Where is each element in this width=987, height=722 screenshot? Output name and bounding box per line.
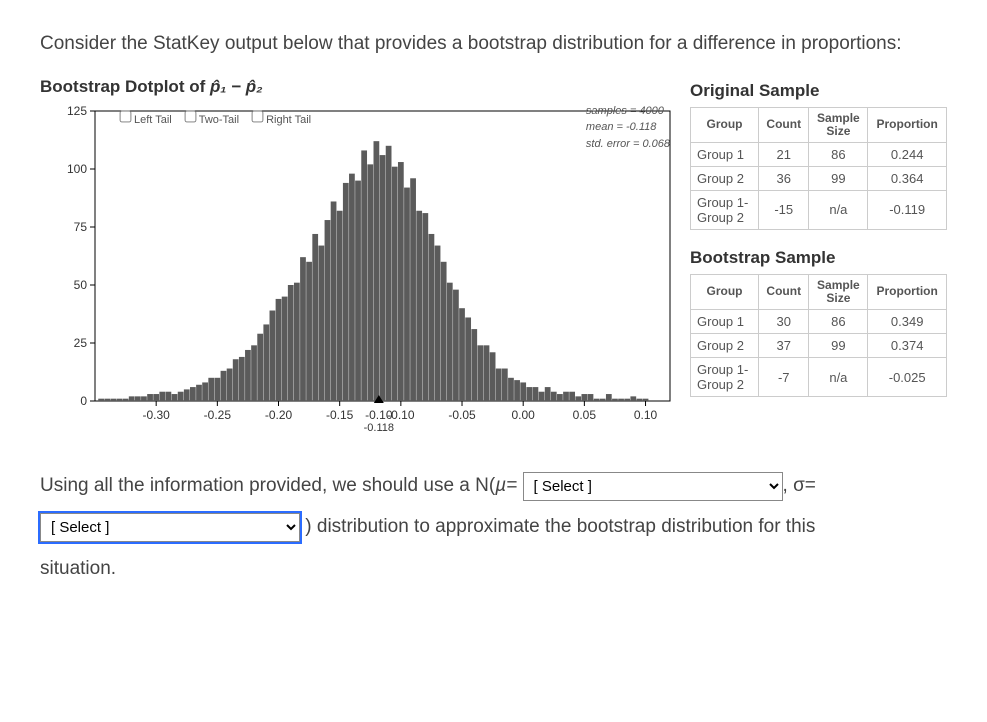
table-row: Group 121860.244 <box>691 142 947 166</box>
table-cell: 86 <box>809 142 868 166</box>
samples-label: samples = <box>586 105 640 117</box>
samples-panel: Original Sample GroupCountSampleSizeProp… <box>690 77 947 398</box>
table-header: Group <box>691 107 759 142</box>
table-row: Group 1-Group 2-7n/a-0.025 <box>691 358 947 397</box>
table-header: Count <box>759 107 809 142</box>
two-tail-toggle[interactable]: Two-Tail <box>180 107 239 126</box>
sigma-select[interactable]: [ Select ] <box>40 513 300 542</box>
table-cell: Group 2 <box>691 334 759 358</box>
bootstrap-dotplot-panel: Bootstrap Dotplot of p̂₁ − p̂₂ Left Tail… <box>40 77 680 441</box>
svg-text:0: 0 <box>80 394 87 408</box>
table-cell: -0.025 <box>868 358 947 397</box>
svg-text:-0.15: -0.15 <box>326 408 354 422</box>
mu-label: µ= <box>495 475 517 496</box>
table-cell: 0.364 <box>868 166 947 190</box>
samples-value: 4000 <box>639 105 663 117</box>
table-cell: 0.349 <box>868 310 947 334</box>
table-cell: Group 1-Group 2 <box>691 358 759 397</box>
chart-title: Bootstrap Dotplot of p̂₁ − p̂₂ <box>40 77 680 97</box>
dotplot-chart: 0255075100125-0.30-0.25-0.20-0.15-0.10-0… <box>40 101 680 441</box>
svg-text:-0.20: -0.20 <box>265 408 293 422</box>
table-cell: Group 1 <box>691 142 759 166</box>
svg-text:0.00: 0.00 <box>512 408 536 422</box>
table-row: Group 1-Group 2-15n/a-0.119 <box>691 190 947 229</box>
svg-text:-0.25: -0.25 <box>204 408 232 422</box>
table-cell: -15 <box>759 190 809 229</box>
original-sample-table: GroupCountSampleSizeProportionGroup 1218… <box>690 107 947 230</box>
left-tail-checkbox[interactable] <box>120 110 132 122</box>
table-header: SampleSize <box>809 274 868 309</box>
table-cell: 37 <box>759 334 809 358</box>
left-tail-label: Left Tail <box>134 114 172 126</box>
table-cell: 0.374 <box>868 334 947 358</box>
answer-area: Using all the information provided, we s… <box>40 465 947 590</box>
svg-text:100: 100 <box>67 162 87 176</box>
table-cell: 21 <box>759 142 809 166</box>
svg-text:75: 75 <box>74 220 88 234</box>
table-cell: 30 <box>759 310 809 334</box>
after-mu: , σ= <box>783 475 816 496</box>
table-cell: 0.244 <box>868 142 947 166</box>
table-header: SampleSize <box>809 107 868 142</box>
tail-controls: Left Tail Two-Tail Right Tail <box>115 107 311 126</box>
chart-title-symbol: p̂₁ − p̂₂ <box>210 77 263 96</box>
svg-text:-0.05: -0.05 <box>448 408 476 422</box>
svg-text:50: 50 <box>74 278 88 292</box>
stderr-value: 0.068 <box>642 138 670 150</box>
original-sample-heading: Original Sample <box>690 81 947 101</box>
answer-prefix: Using all the information provided, we s… <box>40 475 495 496</box>
svg-text:-0.118: -0.118 <box>364 422 394 434</box>
table-cell: n/a <box>809 358 868 397</box>
svg-text:125: 125 <box>67 104 87 118</box>
stderr-label: std. error = <box>586 138 643 150</box>
two-tail-label: Two-Tail <box>199 114 239 126</box>
bootstrap-sample-table: GroupCountSampleSizeProportionGroup 1308… <box>690 274 947 397</box>
mean-value: -0.118 <box>626 121 656 133</box>
table-row: Group 130860.349 <box>691 310 947 334</box>
table-header: Group <box>691 274 759 309</box>
bootstrap-sample-heading: Bootstrap Sample <box>690 248 947 268</box>
right-tail-checkbox[interactable] <box>252 110 264 122</box>
table-header: Count <box>759 274 809 309</box>
chart-title-prefix: Bootstrap Dotplot of <box>40 77 210 96</box>
left-tail-toggle[interactable]: Left Tail <box>115 107 172 126</box>
right-tail-label: Right Tail <box>266 114 311 126</box>
question-intro: Consider the StatKey output below that p… <box>40 30 947 59</box>
svg-text:-0.10: -0.10 <box>365 408 393 422</box>
table-cell: 99 <box>809 166 868 190</box>
table-header: Proportion <box>868 107 947 142</box>
mu-select[interactable]: [ Select ] <box>523 472 783 501</box>
table-cell: Group 1-Group 2 <box>691 190 759 229</box>
svg-text:0.05: 0.05 <box>573 408 597 422</box>
table-cell: 36 <box>759 166 809 190</box>
answer-suffix: ) distribution to approximate the bootst… <box>305 516 815 537</box>
chart-stats: samples = 4000 mean = -0.118 std. error … <box>586 103 670 153</box>
svg-text:25: 25 <box>74 336 88 350</box>
table-cell: Group 2 <box>691 166 759 190</box>
table-cell: 86 <box>809 310 868 334</box>
svg-text:-0.30: -0.30 <box>142 408 170 422</box>
svg-text:0.10: 0.10 <box>634 408 658 422</box>
table-cell: -0.119 <box>868 190 947 229</box>
two-tail-checkbox[interactable] <box>184 110 196 122</box>
table-row: Group 237990.374 <box>691 334 947 358</box>
table-header: Proportion <box>868 274 947 309</box>
table-row: Group 236990.364 <box>691 166 947 190</box>
answer-line3: situation. <box>40 558 116 579</box>
mean-label: mean = <box>586 121 626 133</box>
table-cell: n/a <box>809 190 868 229</box>
table-cell: 99 <box>809 334 868 358</box>
right-tail-toggle[interactable]: Right Tail <box>247 107 311 126</box>
table-cell: -7 <box>759 358 809 397</box>
table-cell: Group 1 <box>691 310 759 334</box>
